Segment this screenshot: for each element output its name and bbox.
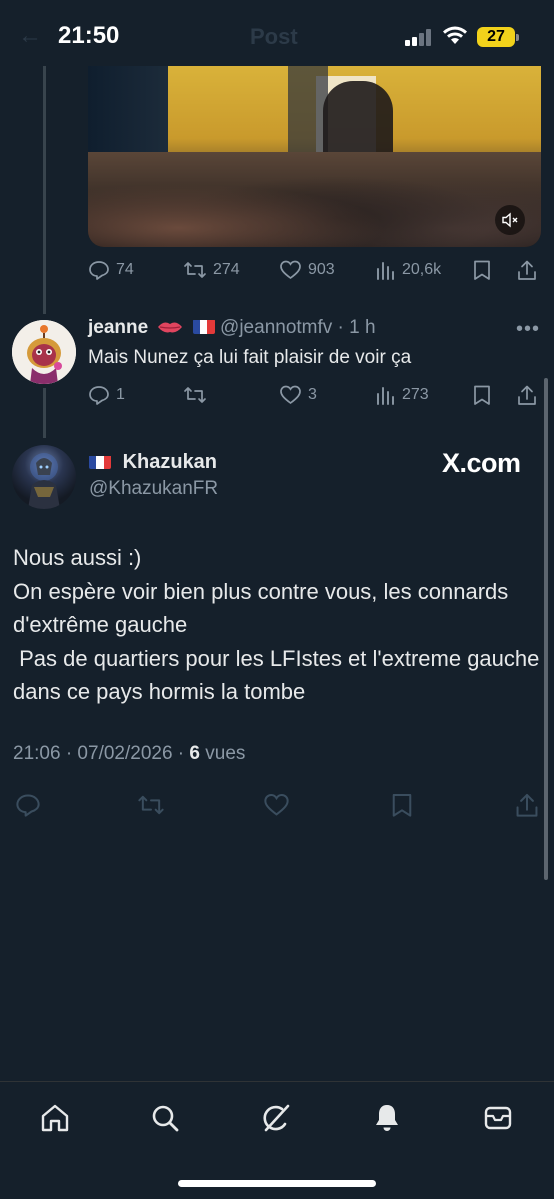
home-indicator[interactable] (178, 1180, 376, 1187)
status-bar: ← 21:50 Post 27 (0, 0, 554, 70)
lips-emoji-icon (157, 317, 183, 339)
repost-icon (184, 387, 206, 403)
video-player[interactable] (88, 66, 541, 247)
main-tweet-actions (0, 792, 554, 820)
view-count: 273 (402, 386, 429, 403)
nav-home[interactable] (37, 1100, 73, 1136)
share-icon (516, 793, 538, 817)
notifications-bell-icon (376, 1105, 398, 1131)
nav-grok[interactable] (258, 1100, 294, 1136)
reply-icon (16, 794, 40, 817)
share-icon (518, 260, 536, 280)
reply-button[interactable]: 1 (88, 384, 125, 406)
more-options-icon[interactable]: ••• (516, 318, 540, 341)
cellular-signal-icon (405, 28, 435, 46)
views-icon (377, 387, 394, 405)
reply-tweet-actions: 1 3 273 (88, 384, 543, 410)
thread-line-mid (43, 388, 46, 438)
french-flag-icon (89, 454, 111, 469)
bookmark-button[interactable] (472, 384, 492, 406)
views-button[interactable]: 273 (376, 384, 429, 406)
back-arrow-icon[interactable]: ← (18, 22, 42, 50)
view-count: 20,6k (402, 261, 442, 278)
bookmark-button[interactable] (472, 259, 492, 281)
reply-separator-dot: · (332, 317, 350, 338)
repost-count: 274 (213, 261, 240, 278)
like-button[interactable] (263, 792, 290, 823)
video-tweet-actions: 74 274 903 20,6k (88, 259, 543, 285)
share-button[interactable] (516, 384, 538, 406)
wifi-icon (442, 24, 468, 51)
x-com-watermark: X.com (442, 448, 521, 478)
views-icon (377, 262, 394, 280)
bookmark-button[interactable] (390, 792, 414, 823)
reply-author-name[interactable]: jeanne (88, 317, 148, 338)
bookmark-icon (474, 385, 490, 405)
cartoon-avatar-image (12, 320, 76, 384)
main-tweet-text: Nous aussi :) On espère voir bien plus c… (13, 545, 540, 704)
heart-icon (280, 260, 301, 280)
like-count: 3 (308, 386, 317, 403)
speaker-muted-icon (502, 212, 518, 228)
reply-icon (89, 386, 109, 405)
main-author-name[interactable]: Khazukan (89, 451, 217, 474)
reply-icon (89, 261, 109, 280)
french-flag-icon (192, 319, 215, 334)
bookmark-icon (392, 793, 412, 817)
main-author-handle[interactable]: @KhazukanFR (89, 478, 218, 500)
reply-time: 1 h (349, 317, 376, 338)
reply-text: Mais Nunez ça lui fait plaisir de voir ç… (88, 347, 412, 368)
tweet-timestamp: 21:06 · 07/02/2026 · (13, 743, 190, 764)
heart-icon (280, 385, 301, 405)
avatar-khazukan[interactable] (12, 445, 76, 509)
scrollbar[interactable] (544, 378, 548, 880)
tweet-metadata: 21:06 · 07/02/2026 · 6 vues (13, 743, 245, 765)
avatar-jeanne[interactable] (12, 320, 76, 384)
reply-count: 74 (116, 261, 134, 278)
grok-icon (263, 1104, 290, 1132)
like-button[interactable]: 3 (279, 384, 317, 406)
like-count: 903 (308, 261, 335, 278)
mute-button[interactable] (495, 205, 525, 235)
faded-header-title: Post (250, 24, 298, 49)
home-icon (41, 1104, 69, 1132)
repost-button[interactable] (183, 384, 213, 406)
repost-button[interactable]: 274 (183, 259, 240, 281)
reply-author-handle[interactable]: @jeannotmfv (220, 317, 332, 338)
reply-count: 1 (116, 386, 125, 403)
repost-button[interactable] (137, 792, 165, 823)
repost-icon (184, 262, 206, 278)
share-button[interactable] (516, 259, 538, 281)
video-frame-crowd (88, 152, 541, 247)
bookmark-icon (474, 260, 490, 280)
reply-button[interactable] (15, 792, 41, 823)
battery-indicator: 27 (477, 27, 519, 47)
reply-button[interactable]: 74 (88, 259, 134, 281)
thread-line-top (43, 66, 46, 314)
nav-notifications[interactable] (369, 1100, 405, 1136)
nav-search[interactable] (147, 1100, 183, 1136)
reply-header: jeanne @jeannotmfv · 1 h (88, 317, 376, 339)
repost-icon (138, 795, 164, 815)
like-button[interactable]: 903 (279, 259, 335, 281)
armored-figure-avatar-image (28, 453, 60, 509)
views-count: 6 (189, 743, 200, 764)
status-time: 21:50 (58, 22, 120, 49)
messages-envelope-icon (484, 1106, 512, 1130)
views-button[interactable]: 20,6k (376, 259, 441, 281)
heart-icon (264, 794, 289, 816)
share-icon (518, 385, 536, 405)
views-label: vues (200, 743, 246, 764)
nav-messages[interactable] (480, 1100, 516, 1136)
search-icon (152, 1105, 179, 1132)
main-author-name-text: Khazukan (122, 451, 218, 473)
share-button[interactable] (514, 792, 540, 823)
